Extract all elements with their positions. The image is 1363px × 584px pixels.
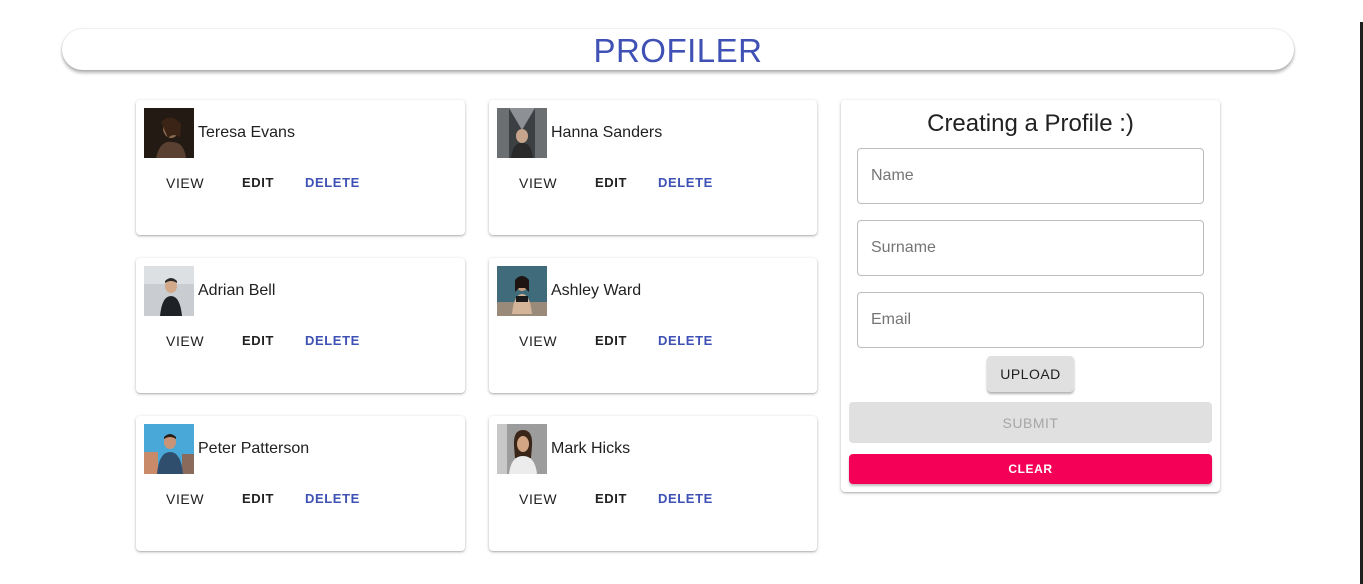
profile-card-header: Hanna Sanders bbox=[497, 108, 662, 158]
profile-card: Teresa Evans VIEW EDIT DELETE bbox=[136, 100, 465, 235]
email-field[interactable] bbox=[857, 292, 1204, 348]
avatar bbox=[144, 424, 194, 474]
profile-card: Hanna Sanders VIEW EDIT DELETE bbox=[489, 100, 817, 235]
profile-card: Adrian Bell VIEW EDIT DELETE bbox=[136, 258, 465, 393]
avatar bbox=[144, 266, 194, 316]
edit-button[interactable]: EDIT bbox=[595, 491, 627, 506]
avatar bbox=[497, 424, 547, 474]
view-button[interactable]: VIEW bbox=[519, 491, 557, 507]
clear-button[interactable]: CLEAR bbox=[849, 454, 1212, 484]
upload-button[interactable]: UPLOAD bbox=[987, 356, 1074, 392]
profile-card-header: Peter Patterson bbox=[144, 424, 309, 474]
profile-card-header: Mark Hicks bbox=[497, 424, 630, 474]
create-profile-form: Creating a Profile :) UPLOAD SUBMIT CLEA… bbox=[841, 100, 1220, 492]
name-field[interactable] bbox=[857, 148, 1204, 204]
profile-card-header: Ashley Ward bbox=[497, 266, 641, 316]
profile-name: Peter Patterson bbox=[198, 440, 310, 457]
profile-name: Mark Hicks bbox=[551, 440, 631, 457]
profiler-app: PROFILER Teresa Evans VIEW EDIT DELETE H… bbox=[0, 0, 1363, 584]
surname-field[interactable] bbox=[857, 220, 1204, 276]
view-button[interactable]: VIEW bbox=[519, 333, 557, 349]
app-header: PROFILER bbox=[62, 29, 1294, 70]
profile-card: Peter Patterson VIEW EDIT DELETE bbox=[136, 416, 465, 551]
avatar bbox=[144, 108, 194, 158]
view-button[interactable]: VIEW bbox=[166, 333, 204, 349]
delete-button[interactable]: DELETE bbox=[305, 491, 360, 506]
form-title: Creating a Profile :) bbox=[927, 110, 1134, 137]
profile-card: Ashley Ward VIEW EDIT DELETE bbox=[489, 258, 817, 393]
profile-name: Adrian Bell bbox=[198, 282, 276, 299]
profile-name: Teresa Evans bbox=[198, 124, 295, 141]
edit-button[interactable]: EDIT bbox=[242, 333, 274, 348]
edit-button[interactable]: EDIT bbox=[595, 175, 627, 190]
profile-card-header: Teresa Evans bbox=[144, 108, 295, 158]
profile-name: Hanna Sanders bbox=[551, 124, 663, 141]
edit-button[interactable]: EDIT bbox=[242, 491, 274, 506]
delete-button[interactable]: DELETE bbox=[305, 333, 360, 348]
avatar bbox=[497, 266, 547, 316]
page-title: PROFILER bbox=[593, 32, 763, 69]
view-button[interactable]: VIEW bbox=[166, 175, 204, 191]
delete-button[interactable]: DELETE bbox=[658, 175, 713, 190]
view-button[interactable]: VIEW bbox=[166, 491, 204, 507]
profile-card: Mark Hicks VIEW EDIT DELETE bbox=[489, 416, 817, 551]
delete-button[interactable]: DELETE bbox=[658, 333, 713, 348]
delete-button[interactable]: DELETE bbox=[658, 491, 713, 506]
edit-button[interactable]: EDIT bbox=[595, 333, 627, 348]
profile-name: Ashley Ward bbox=[551, 282, 642, 299]
edit-button[interactable]: EDIT bbox=[242, 175, 274, 190]
submit-button[interactable]: SUBMIT bbox=[849, 402, 1212, 443]
profile-card-header: Adrian Bell bbox=[144, 266, 275, 316]
delete-button[interactable]: DELETE bbox=[305, 175, 360, 190]
avatar bbox=[497, 108, 547, 158]
view-button[interactable]: VIEW bbox=[519, 175, 557, 191]
